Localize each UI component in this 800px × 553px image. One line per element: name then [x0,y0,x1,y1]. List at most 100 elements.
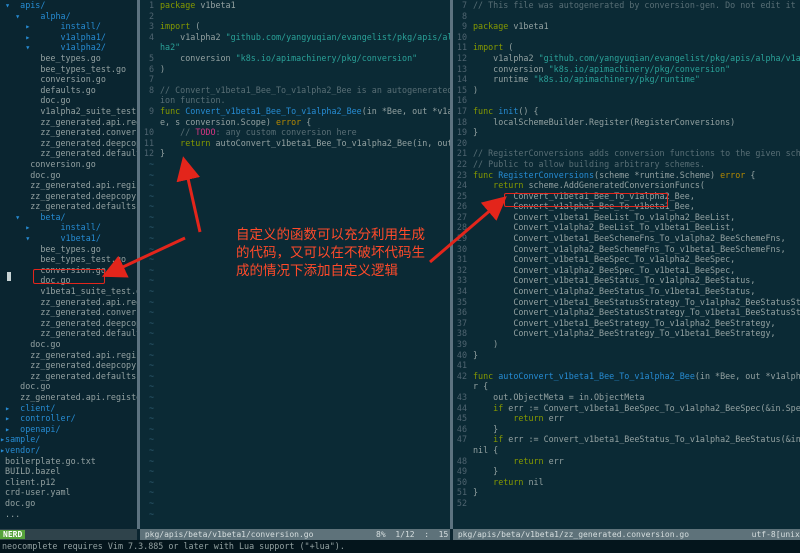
code-line[interactable]: 42 func autoConvert_v1beta1_Bee_To_v1alph… [453,371,800,382]
code-line[interactable]: 10 [453,32,800,43]
tree-file-item[interactable]: zz_generated.defaults.go [0,371,137,382]
code-line[interactable]: 29 Convert_v1beta1_BeeSchemeFns_To_v1alp… [453,233,800,244]
code-line[interactable]: 44 if err := Convert_v1beta1_BeeSpec_To_… [453,403,800,414]
code-line[interactable]: 23 func RegisterConversions(scheme *runti… [453,170,800,181]
code-line[interactable]: 45 return err [453,413,800,424]
code-line[interactable]: 24 return scheme.AddGeneratedConversionF… [453,180,800,191]
tree-file-item[interactable]: bee_types_test.go [0,64,137,75]
tree-file-item[interactable]: bee_types.go [0,53,137,64]
code-line[interactable]: 11 return autoConvert_v1beta1_Bee_To_v1a… [140,138,450,149]
tree-dir-item[interactable]: ▸ install/ [0,21,137,32]
tree-file-item[interactable]: zz_generated.defaults.go [0,148,137,159]
file-tree-panel[interactable]: ▾ apis/ ▾ alpha/ ▸ install/ ▸ v1alpha1/ … [0,0,137,529]
code-line[interactable]: 4 v1alpha2 "github.com/yangyuqian/evange… [140,32,450,43]
code-line[interactable]: 16 [453,95,800,106]
tree-file-item[interactable]: ... [0,509,137,520]
code-line[interactable]: 34 Convert_v1alpha2_BeeStatus_To_v1beta1… [453,286,800,297]
tree-file-item[interactable]: zz_generated.api.register.go [0,117,137,128]
tree-file-item[interactable]: doc.go [0,95,137,106]
code-line[interactable]: 11 import ( [453,42,800,53]
tree-file-item[interactable]: zz_generated.api.register.go [0,350,137,361]
code-line[interactable]: 22 // Public to allow building arbitrary … [453,159,800,170]
tree-file-item[interactable]: zz_generated.defaults.go [0,328,137,339]
code-line[interactable]: 37 Convert_v1beta1_BeeStrategy_To_v1alph… [453,318,800,329]
tree-file-item[interactable]: crd-user.yaml [0,487,137,498]
code-line[interactable]: 7 // This file was autogenerated by conve… [453,0,800,11]
tree-file-item[interactable]: boilerplate.go.txt [0,456,137,467]
tree-dir-item[interactable]: ▾ alpha/ [0,11,137,22]
code-line[interactable]: 52 [453,498,800,509]
tree-file-item[interactable]: client.p12 [0,477,137,488]
code-line[interactable]: 40} [453,350,800,361]
tree-dir-item[interactable]: ▸vendor/ [0,445,137,456]
tree-file-item[interactable]: zz_generated.api.register.go [0,297,137,308]
code-line[interactable]: 13 conversion "k8s.io/apimachinery/pkg/c… [453,64,800,75]
code-line[interactable]: ion function. [140,95,450,106]
code-line[interactable]: 18 localSchemeBuilder.Register(RegisterC… [453,117,800,128]
code-line[interactable]: 6) [140,64,450,75]
code-line[interactable]: 49 } [453,466,800,477]
tree-file-item[interactable]: doc.go [0,381,137,392]
code-line[interactable]: 30 Convert_v1alpha2_BeeSchemeFns_To_v1be… [453,244,800,255]
tree-file-item[interactable]: bee_types.go [0,244,137,255]
tree-dir-item[interactable]: ▸ controller/ [0,413,137,424]
editor-right-zz-generated-conversion[interactable]: 7 // This file was autogenerated by conve… [453,0,800,529]
tree-file-item[interactable]: zz_generated.api.register.go [0,392,137,403]
code-line[interactable]: 36 Convert_v1alpha2_BeeStatusStrategy_To… [453,307,800,318]
tree-file-item[interactable]: v1alpha2_suite_test.go [0,106,137,117]
tree-dir-item[interactable]: ▾ beta/ [0,212,137,223]
tree-file-item[interactable]: zz_generated.conversion.go [0,127,137,138]
code-line[interactable]: 8 // Convert_v1beta1_Bee_To_v1alpha2_Bee … [140,85,450,96]
code-line[interactable]: 47 if err := Convert_v1beta1_BeeStatus_T… [453,434,800,445]
code-line[interactable]: 20 [453,138,800,149]
code-line[interactable]: nil { [453,445,800,456]
code-line[interactable]: 14 runtime "k8s.io/apimachinery/pkg/runt… [453,74,800,85]
tree-file-item[interactable]: zz_generated.deepcopy.go [0,318,137,329]
code-line[interactable]: 38 Convert_v1alpha2_BeeStrategy_To_v1bet… [453,328,800,339]
code-line[interactable]: 32 Convert_v1alpha2_BeeSpec_To_v1beta1_B… [453,265,800,276]
code-line[interactable]: 9 func Convert_v1beta1_Bee_To_v1alpha2_Be… [140,106,450,117]
tree-file-item[interactable]: BUILD.bazel [0,466,137,477]
code-line[interactable]: ha2" [140,42,450,53]
code-line[interactable]: 1 package v1beta1 [140,0,450,11]
code-line[interactable]: 27 Convert_v1beta1_BeeList_To_v1alpha2_B… [453,212,800,223]
code-line[interactable]: 5 conversion "k8s.io/apimachinery/pkg/co… [140,53,450,64]
code-line[interactable]: 7 [140,74,450,85]
tree-file-item[interactable]: bee_types_test.go [0,254,137,265]
tree-dir-item[interactable]: ▸ openapi/ [0,424,137,435]
code-line[interactable]: 17 func init() { [453,106,800,117]
code-line[interactable]: 28 Convert_v1alpha2_BeeList_To_v1beta1_B… [453,222,800,233]
tree-file-item[interactable]: doc.go [0,498,137,509]
tree-dir-item[interactable]: ▸ install/ [0,222,137,233]
tree-file-item[interactable]: zz_generated.deepcopy.go [0,191,137,202]
code-line[interactable]: 15) [453,85,800,96]
tree-dir-item[interactable]: ▸ v1alpha1/ [0,32,137,43]
tree-file-item[interactable]: zz_generated.deepcopy.go [0,138,137,149]
tree-dir-item[interactable]: ▾ apis/ [0,0,137,11]
code-line[interactable]: 2 [140,11,450,22]
tree-file-item[interactable]: v1beta1_suite_test.go [0,286,137,297]
tree-file-item[interactable]: zz_generated.deepcopy.go [0,360,137,371]
code-line[interactable]: 39 ) [453,339,800,350]
code-line[interactable]: e, s conversion.Scope) error { [140,117,450,128]
tree-file-item[interactable]: defaults.go [0,85,137,96]
tree-dir-item[interactable]: ▾ v1beta1/ [0,233,137,244]
code-line[interactable]: 3 import ( [140,21,450,32]
code-line[interactable]: 10 // TODO: any custom conversion here [140,127,450,138]
tree-file-item[interactable]: conversion.go [0,74,137,85]
code-line[interactable]: 12} [140,148,450,159]
code-line[interactable]: 35 Convert_v1beta1_BeeStatusStrategy_To_… [453,297,800,308]
tree-file-item[interactable]: doc.go [0,339,137,350]
tree-dir-item[interactable]: ▸sample/ [0,434,137,445]
code-line[interactable]: 19} [453,127,800,138]
code-line[interactable]: 33 Convert_v1beta1_BeeStatus_To_v1alpha2… [453,275,800,286]
code-line[interactable]: r { [453,381,800,392]
tree-dir-item[interactable]: ▸ client/ [0,403,137,414]
code-line[interactable]: 12 v1alpha2 "github.com/yangyuqian/evang… [453,53,800,64]
code-line[interactable]: 41 [453,360,800,371]
code-line[interactable]: 21 // RegisterConversions adds conversion… [453,148,800,159]
code-line[interactable]: 43 out.ObjectMeta = in.ObjectMeta [453,392,800,403]
code-line[interactable]: 9 package v1beta1 [453,21,800,32]
code-line[interactable]: 48 return err [453,456,800,467]
tree-file-item[interactable]: zz_generated.defaults.go [0,201,137,212]
